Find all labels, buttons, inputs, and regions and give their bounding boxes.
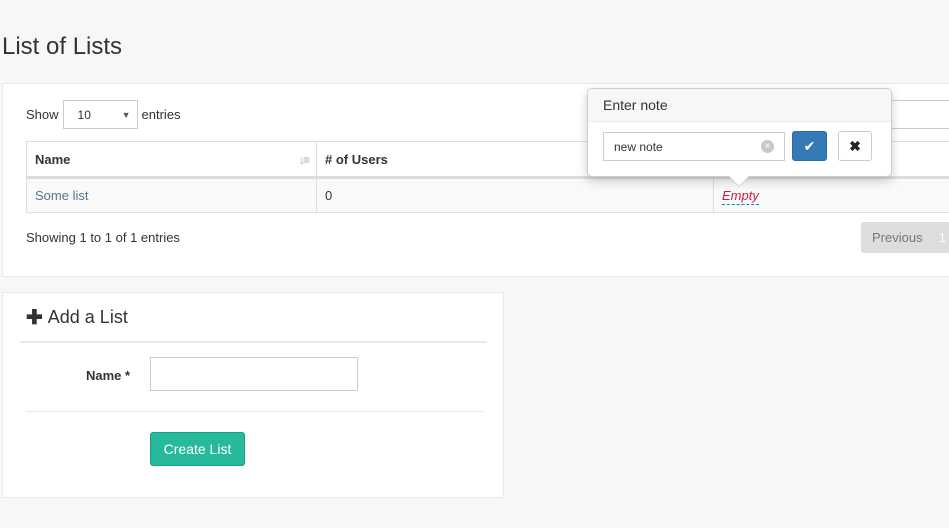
confirm-button[interactable]: ✔ (792, 131, 827, 161)
search-input[interactable] (883, 100, 949, 129)
entries-label: entries (141, 107, 181, 122)
add-list-title-text: Add a List (47, 306, 128, 327)
previous-button[interactable]: Previous (872, 230, 923, 245)
name-label: Name * (86, 368, 131, 383)
note-popover: Enter note new note × ✔ ✖ (587, 88, 892, 187)
note-editable[interactable]: Empty (722, 188, 759, 205)
list-name-link[interactable]: Some list (35, 188, 88, 203)
page-1-button[interactable]: 1 (939, 230, 946, 245)
check-icon: ✔ (803, 137, 816, 154)
note-input[interactable]: new note × (603, 132, 785, 161)
cancel-button[interactable]: ✖ (838, 131, 872, 161)
note-input-value: new note (614, 139, 663, 154)
page-title: List of Lists (2, 33, 123, 60)
add-list-title: ✚ Add a List (20, 293, 487, 343)
length-control: Show 10 ▼ entries (26, 100, 181, 129)
list-name-input[interactable] (150, 357, 358, 391)
entries-select[interactable]: 10 ▼ (62, 100, 138, 129)
close-icon: ✖ (849, 137, 861, 154)
column-header-name[interactable]: Name ↓≡ (26, 141, 317, 179)
popover-arrow-inner (729, 176, 749, 186)
plus-icon: ✚ (26, 306, 43, 329)
clear-icon[interactable]: × (761, 140, 774, 153)
entries-select-value: 10 (77, 107, 91, 122)
show-label: Show (26, 107, 59, 122)
form-divider (26, 411, 483, 412)
dropdown-arrow-icon: ▼ (121, 109, 131, 120)
add-list-panel: ✚ Add a List Name * Create List (2, 292, 504, 498)
table-info: Showing 1 to 1 of 1 entries (26, 230, 180, 245)
create-list-button[interactable]: Create List (150, 432, 245, 466)
sort-icon: ↓≡ (298, 153, 310, 167)
pagination: Previous 1 (861, 222, 949, 253)
popover-title: Enter note (588, 89, 891, 122)
users-count: 0 (316, 177, 714, 213)
table-row: Some list 0 Empty (26, 177, 949, 213)
